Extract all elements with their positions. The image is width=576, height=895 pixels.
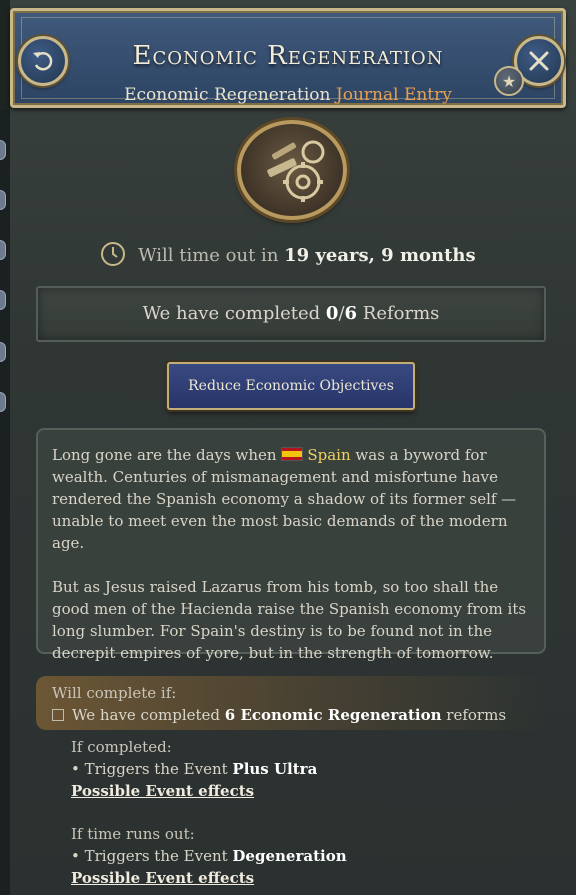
spain-flag-icon[interactable] (281, 447, 304, 461)
timeout-prefix: Will time out in (138, 245, 279, 266)
subtitle-accent: Journal Entry (335, 85, 452, 105)
timeout-text: Will time out in 19 years, 9 months (0, 241, 576, 267)
page-title: Economic Regeneration (132, 41, 444, 71)
header-banner: Economic Regeneration Economic Regenerat… (10, 8, 566, 108)
outcomes: If completed: • Triggers the Event Plus … (71, 736, 541, 889)
desc-p1-before: Long gone are the days when (52, 446, 277, 464)
left-edge-strip (0, 110, 10, 895)
completed-prefix: • Triggers the Event (71, 760, 228, 778)
timeout-effects-link[interactable]: Possible Event effects (71, 867, 541, 889)
conditions-label: Will complete if: (52, 684, 177, 702)
back-arrow-icon (33, 51, 53, 71)
progress-suffix: Reforms (362, 303, 440, 324)
outcome-timeout: If time runs out: • Triggers the Event D… (71, 823, 541, 889)
completed-effects-link[interactable]: Possible Event effects (71, 780, 541, 802)
gears-emblem-icon (237, 120, 347, 220)
progress-box: We have completed 0/6 Reforms (36, 286, 546, 342)
completed-event-line: • Triggers the Event Plus Ultra (71, 758, 541, 780)
favorite-button[interactable]: ★ (494, 66, 524, 96)
edge-tab[interactable] (0, 140, 6, 160)
completed-head: If completed: (71, 738, 172, 756)
progress-total: 6 (344, 303, 358, 324)
star-icon: ★ (501, 71, 517, 91)
checkbox-icon (52, 709, 64, 721)
timeout-value: 19 years, 9 months (284, 245, 476, 266)
condition-prefix: We have completed (72, 706, 221, 724)
back-button[interactable] (18, 36, 68, 86)
completion-conditions: Will complete if: We have completed 6 Ec… (36, 676, 546, 730)
page-subtitle: Economic Regeneration Journal Entry (13, 85, 563, 105)
edge-tab[interactable] (0, 392, 6, 412)
clock-icon (101, 242, 126, 266)
timeout-event[interactable]: Degeneration (232, 847, 346, 865)
edge-tab[interactable] (0, 290, 6, 310)
reduce-objectives-button[interactable]: Reduce Economic Objectives (167, 362, 415, 410)
description-paragraph-1: Long gone are the days when Spain was a … (52, 444, 530, 554)
outcome-completed: If completed: • Triggers the Event Plus … (71, 736, 541, 802)
timeout-event-prefix: • Triggers the Event (71, 847, 228, 865)
condition-bold: 6 Economic Regeneration (224, 706, 442, 724)
description-paragraph-2: But as Jesus raised Lazarus from his tom… (52, 578, 527, 662)
edge-tab[interactable] (0, 342, 6, 362)
edge-tab[interactable] (0, 190, 6, 210)
subtitle-main: Economic Regeneration (124, 85, 331, 105)
completed-event[interactable]: Plus Ultra (232, 760, 317, 778)
country-link[interactable]: Spain (307, 446, 350, 464)
description-box: Long gone are the days when Spain was a … (36, 428, 546, 662)
progress-completed: 0 (325, 303, 339, 324)
condition-item: We have completed 6 Economic Regeneratio… (52, 704, 546, 726)
timeout-event-line: • Triggers the Event Degeneration (71, 845, 541, 867)
close-icon (529, 51, 549, 71)
progress-prefix: We have completed (142, 303, 321, 324)
timeout-head: If time runs out: (71, 825, 195, 843)
condition-suffix: reforms (446, 706, 507, 724)
